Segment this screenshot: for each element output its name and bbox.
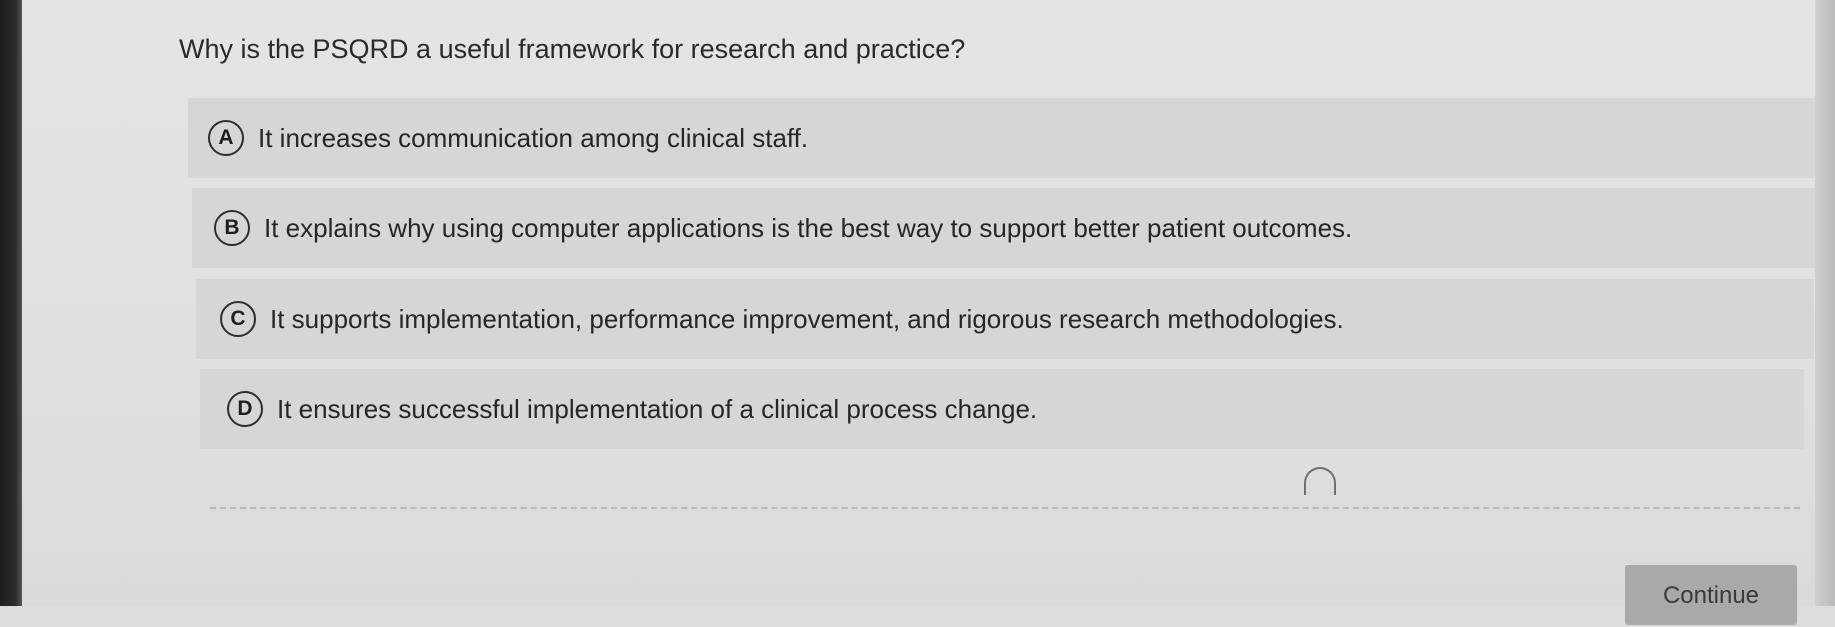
option-letter-b: B bbox=[214, 210, 250, 246]
answer-option-d[interactable]: D It ensures successful implementation o… bbox=[200, 369, 1804, 449]
option-letter-c: C bbox=[220, 301, 256, 337]
option-text-a: It increases communication among clinica… bbox=[258, 122, 809, 153]
answer-option-b[interactable]: B It explains why using computer applica… bbox=[192, 188, 1818, 268]
answer-option-a[interactable]: A It increases communication among clini… bbox=[188, 98, 1820, 178]
option-letter-d: D bbox=[227, 391, 263, 427]
option-text-c: It supports implementation, performance … bbox=[270, 303, 1344, 334]
option-text-b: It explains why using computer applicati… bbox=[264, 212, 1353, 243]
screen-edge bbox=[1815, 0, 1835, 606]
quiz-screen: Why is the PSQRD a useful framework for … bbox=[22, 0, 1820, 625]
option-text-d: It ensures successful implementation of … bbox=[277, 393, 1038, 424]
screen-bezel bbox=[0, 0, 22, 606]
continue-button[interactable]: Continue bbox=[1625, 565, 1797, 625]
mouse-cursor-icon bbox=[1304, 467, 1336, 495]
footer-divider bbox=[210, 507, 1800, 509]
answer-option-c[interactable]: C It supports implementation, performanc… bbox=[196, 279, 1814, 359]
option-letter-a: A bbox=[208, 120, 244, 156]
question-text: Why is the PSQRD a useful framework for … bbox=[179, 34, 966, 64]
